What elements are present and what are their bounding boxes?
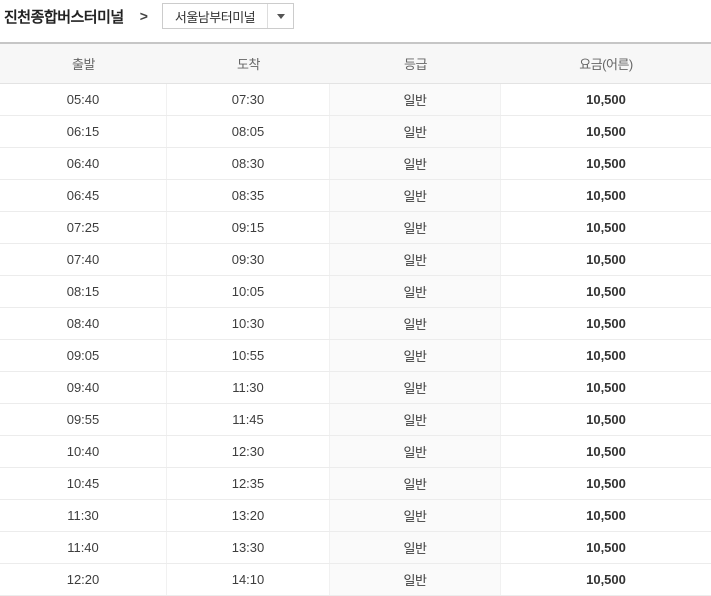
- fare-adult: 10,500: [586, 92, 626, 107]
- column-header-depart: 출발: [72, 57, 95, 72]
- arrive-time: 07:30: [167, 84, 330, 115]
- column-header-arrive: 도착: [237, 57, 260, 72]
- bus-grade: 일반: [330, 212, 501, 243]
- bus-grade: 일반: [330, 340, 501, 371]
- depart-time: 11:40: [0, 532, 167, 563]
- fare-adult: 10,500: [586, 124, 626, 139]
- depart-time: 11:30: [0, 500, 167, 531]
- arrive-time: 13:20: [167, 500, 330, 531]
- fare-adult: 10,500: [586, 412, 626, 427]
- bus-grade: 일반: [330, 180, 501, 211]
- fare-adult: 10,500: [586, 284, 626, 299]
- bus-grade: 일반: [330, 500, 501, 531]
- bus-grade: 일반: [330, 276, 501, 307]
- depart-time: 08:15: [0, 276, 167, 307]
- arrive-time: 10:05: [167, 276, 330, 307]
- bus-grade: 일반: [330, 468, 501, 499]
- depart-time: 09:05: [0, 340, 167, 371]
- fare-adult: 10,500: [586, 380, 626, 395]
- bus-grade: 일반: [330, 404, 501, 435]
- fare-adult: 10,500: [586, 316, 626, 331]
- arrive-time: 08:05: [167, 116, 330, 147]
- origin-terminal-title: 진천종합버스터미널: [4, 8, 124, 26]
- depart-time: 12:20: [0, 564, 167, 595]
- arrive-time: 10:55: [167, 340, 330, 371]
- bus-grade: 일반: [330, 308, 501, 339]
- depart-time: 07:40: [0, 244, 167, 275]
- depart-time: 10:40: [0, 436, 167, 467]
- bus-grade: 일반: [330, 372, 501, 403]
- fare-adult: 10,500: [586, 156, 626, 171]
- arrive-time: 13:30: [167, 532, 330, 563]
- fare-adult: 10,500: [586, 540, 626, 555]
- table-row: 06:40 08:30 일반 10,500: [0, 148, 711, 180]
- arrive-time: 09:30: [167, 244, 330, 275]
- destination-select-value: 서울남부터미널: [174, 9, 256, 25]
- table-row: 08:40 10:30 일반 10,500: [0, 308, 711, 340]
- bus-grade: 일반: [330, 244, 501, 275]
- table-row: 08:15 10:05 일반 10,500: [0, 276, 711, 308]
- route-breadcrumb-bar: 진천종합버스터미널 > 서울남부터미널: [0, 0, 711, 30]
- table-body: 05:40 07:30 일반 10,500 06:15 08:05 일반 10,500 06:4…: [0, 84, 711, 596]
- table-row: 09:05 10:55 일반 10,500: [0, 340, 711, 372]
- bus-timetable: 출발 도착 등급 요금(어른) 05:40 07:30 일반 10,500 06:15 08:0…: [0, 42, 711, 596]
- table-row: 09:40 11:30 일반 10,500: [0, 372, 711, 404]
- arrive-time: 08:35: [167, 180, 330, 211]
- depart-time: 10:45: [0, 468, 167, 499]
- depart-time: 08:40: [0, 308, 167, 339]
- table-row: 10:45 12:35 일반 10,500: [0, 468, 711, 500]
- bus-grade: 일반: [330, 84, 501, 115]
- fare-adult: 10,500: [586, 572, 626, 587]
- fare-adult: 10,500: [586, 220, 626, 235]
- table-header-row: 출발 도착 등급 요금(어른): [0, 44, 711, 84]
- table-row: 12:20 14:10 일반 10,500: [0, 564, 711, 596]
- depart-time: 06:40: [0, 148, 167, 179]
- arrive-time: 11:30: [167, 372, 330, 403]
- fare-adult: 10,500: [586, 476, 626, 491]
- depart-time: 05:40: [0, 84, 167, 115]
- table-row: 10:40 12:30 일반 10,500: [0, 436, 711, 468]
- table-row: 11:30 13:20 일반 10,500: [0, 500, 711, 532]
- arrive-time: 14:10: [167, 564, 330, 595]
- dropdown-arrow-button[interactable]: [267, 4, 293, 28]
- fare-adult: 10,500: [586, 188, 626, 203]
- breadcrumb-chevron-icon: >: [139, 8, 148, 24]
- dropdown-arrow-icon: [276, 13, 285, 19]
- arrive-time: 11:45: [167, 404, 330, 435]
- column-header-grade: 등급: [404, 57, 427, 72]
- column-header-fare: 요금(어른): [579, 57, 633, 72]
- table-row: 09:55 11:45 일반 10,500: [0, 404, 711, 436]
- bus-grade: 일반: [330, 148, 501, 179]
- depart-time: 09:55: [0, 404, 167, 435]
- arrive-time: 08:30: [167, 148, 330, 179]
- destination-select[interactable]: 서울남부터미널: [161, 3, 295, 29]
- arrive-time: 09:15: [167, 212, 330, 243]
- arrive-time: 10:30: [167, 308, 330, 339]
- table-row: 11:40 13:30 일반 10,500: [0, 532, 711, 564]
- bus-grade: 일반: [330, 436, 501, 467]
- depart-time: 06:15: [0, 116, 167, 147]
- table-row: 06:45 08:35 일반 10,500: [0, 180, 711, 212]
- fare-adult: 10,500: [586, 508, 626, 523]
- table-row: 05:40 07:30 일반 10,500: [0, 84, 711, 116]
- table-row: 07:25 09:15 일반 10,500: [0, 212, 711, 244]
- bus-grade: 일반: [330, 564, 501, 595]
- depart-time: 06:45: [0, 180, 167, 211]
- bus-grade: 일반: [330, 532, 501, 563]
- fare-adult: 10,500: [586, 348, 626, 363]
- depart-time: 07:25: [0, 212, 167, 243]
- fare-adult: 10,500: [586, 444, 626, 459]
- table-row: 07:40 09:30 일반 10,500: [0, 244, 711, 276]
- depart-time: 09:40: [0, 372, 167, 403]
- fare-adult: 10,500: [586, 252, 626, 267]
- table-row: 06:15 08:05 일반 10,500: [0, 116, 711, 148]
- bus-grade: 일반: [330, 116, 501, 147]
- arrive-time: 12:30: [167, 436, 330, 467]
- arrive-time: 12:35: [167, 468, 330, 499]
